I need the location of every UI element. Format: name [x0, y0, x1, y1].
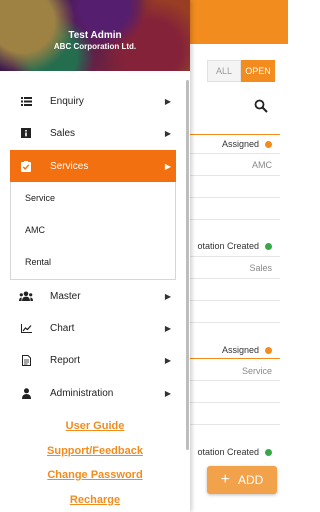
chevron-right-icon: ▶ [164, 388, 172, 398]
chevron-right-icon: ▶ [164, 291, 172, 301]
change-password-link[interactable]: Change Password [0, 467, 190, 492]
menu-item-sales[interactable]: Sales ▶ [10, 117, 176, 149]
menu-item-master[interactable]: Master ▶ [10, 280, 176, 312]
menu-label: Administration [50, 387, 114, 399]
chevron-right-icon: ▶ [164, 355, 172, 365]
menu-item-administration[interactable]: Administration ▶ [10, 377, 176, 409]
support-feedback-link[interactable]: Support/Feedback [0, 443, 190, 468]
submenu-item-amc[interactable]: AMC [11, 214, 175, 246]
person-icon [16, 387, 36, 399]
drawer-scrim[interactable] [190, 0, 288, 512]
company-name: ABC Corporation Ltd. [53, 42, 137, 51]
submenu-item-service[interactable]: Service [11, 182, 175, 214]
menu-item-services[interactable]: Services ▶ [10, 150, 176, 182]
document-icon [16, 354, 36, 366]
menu-item-chart[interactable]: Chart ▶ [10, 312, 176, 344]
submenu-item-rental[interactable]: Rental [11, 246, 175, 278]
group-icon [16, 291, 36, 301]
clipboard-check-icon [16, 160, 36, 172]
user-name: Test Admin [68, 30, 122, 41]
chevron-right-icon: ▶ [164, 96, 172, 106]
menu-label: Master [50, 290, 81, 302]
menu-item-report[interactable]: Report ▶ [10, 344, 176, 376]
chevron-right-icon: ▶ [164, 323, 172, 333]
info-icon [16, 128, 36, 138]
services-submenu: Service AMC Rental [10, 182, 176, 280]
navigation-drawer: Test Admin ABC Corporation Ltd. Enquiry … [0, 0, 190, 512]
chevron-right-icon: ▶ [164, 161, 172, 171]
list-icon [16, 96, 36, 106]
menu-label: Report [50, 354, 81, 366]
drawer-header: Test Admin ABC Corporation Ltd. [0, 0, 190, 71]
menu-label: Enquiry [50, 95, 84, 107]
menu-item-enquiry[interactable]: Enquiry ▶ [10, 85, 176, 117]
drawer-links: User Guide Support/Feedback Change Passw… [0, 418, 190, 512]
recharge-link[interactable]: Recharge [0, 492, 190, 512]
chevron-right-icon: ▶ [164, 128, 172, 138]
menu-label: Sales [50, 127, 76, 139]
drawer-scrollbar[interactable] [186, 80, 189, 450]
line-chart-icon [16, 323, 36, 333]
user-guide-link[interactable]: User Guide [0, 418, 190, 443]
menu-label: Chart [50, 322, 75, 334]
menu-label: Services [50, 160, 89, 172]
